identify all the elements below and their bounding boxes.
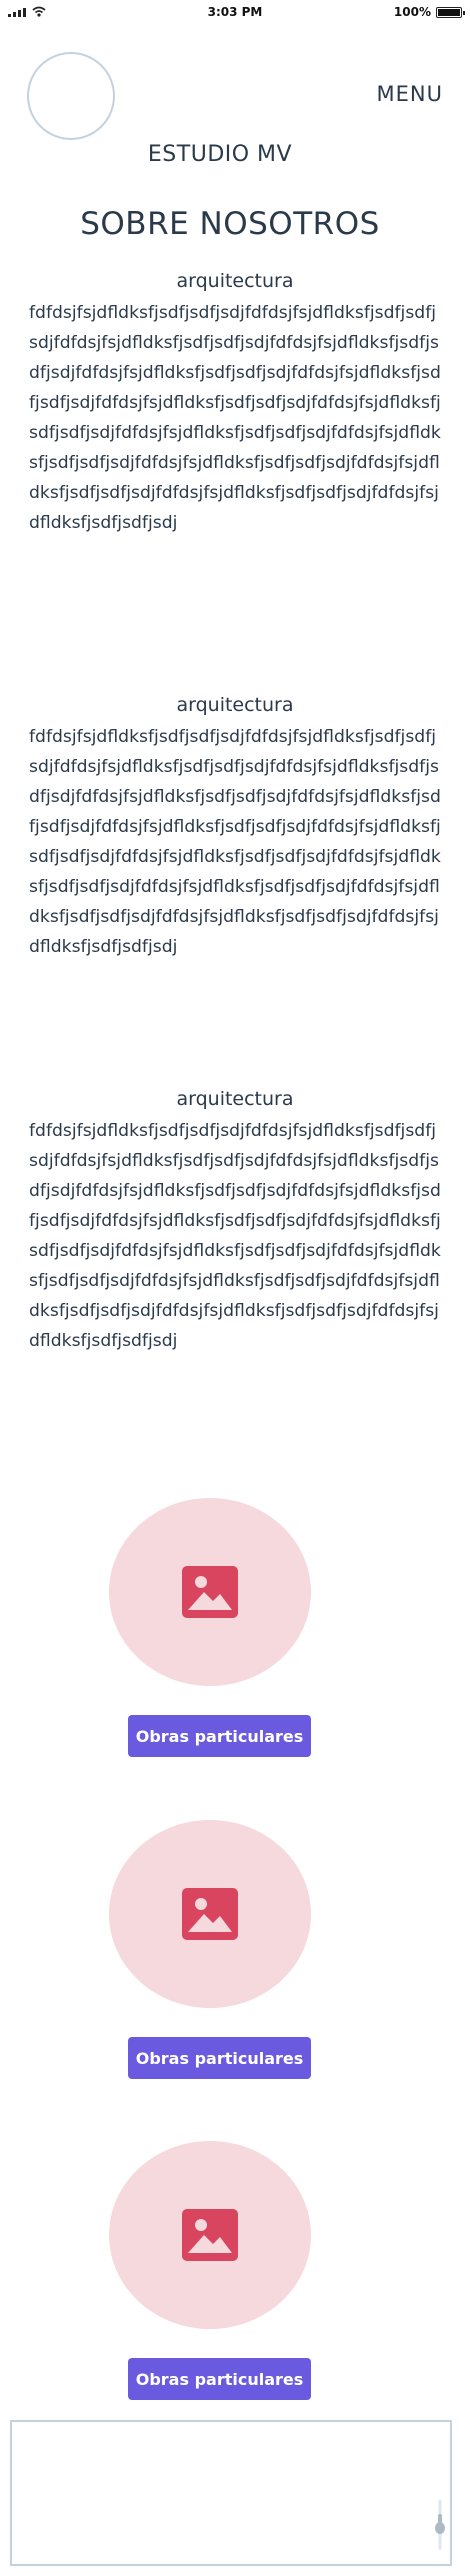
status-right: 100%	[393, 5, 465, 19]
footer-box	[10, 2420, 452, 2566]
project-image-placeholder[interactable]	[109, 1498, 311, 1686]
obras-particulares-button[interactable]: Obras particulares	[128, 1715, 311, 1757]
page-title: SOBRE NOSOTROS	[80, 206, 380, 242]
brand-name: ESTUDIO MV	[147, 142, 293, 167]
menu-button[interactable]: MENU	[377, 82, 443, 106]
obras-particulares-button[interactable]: Obras particulares	[128, 2358, 311, 2400]
scroll-handle-icon[interactable]	[434, 2500, 446, 2550]
section-heading: arquitectura	[176, 1088, 294, 1110]
battery-icon	[436, 6, 465, 18]
about-section-2: arquitectura fdfdsjfsjdfldksfjsdfjsdfjsd…	[29, 692, 441, 962]
project-image-placeholder[interactable]	[109, 1820, 311, 2008]
image-icon	[182, 2209, 238, 2261]
image-icon	[182, 1566, 238, 1618]
obras-particulares-button[interactable]: Obras particulares	[128, 2037, 311, 2079]
about-section-1: arquitectura fdfdsjfsjdfldksfjsdfjsdfjsd…	[29, 268, 441, 538]
status-bar: 3:03 PM 100%	[0, 0, 470, 26]
section-heading: arquitectura	[176, 270, 294, 292]
section-heading: arquitectura	[176, 694, 294, 716]
battery-percent: 100%	[393, 5, 431, 19]
project-image-placeholder[interactable]	[109, 2141, 311, 2329]
section-body: fdfdsjfsjdfldksfjsdfjsdfjsdjfdfdsjfsjdfl…	[29, 1121, 441, 1351]
battery-fill	[438, 8, 460, 16]
section-body: fdfdsjfsjdfldksfjsdfjsdfjsdjfdfdsjfsjdfl…	[29, 727, 441, 957]
about-section-3: arquitectura fdfdsjfsjdfldksfjsdfjsdfjsd…	[29, 1086, 441, 1356]
image-icon	[182, 1888, 238, 1940]
logo-placeholder[interactable]	[27, 52, 115, 140]
section-body: fdfdsjfsjdfldksfjsdfjsdfjsdjfdfdsjfsjdfl…	[29, 303, 441, 533]
